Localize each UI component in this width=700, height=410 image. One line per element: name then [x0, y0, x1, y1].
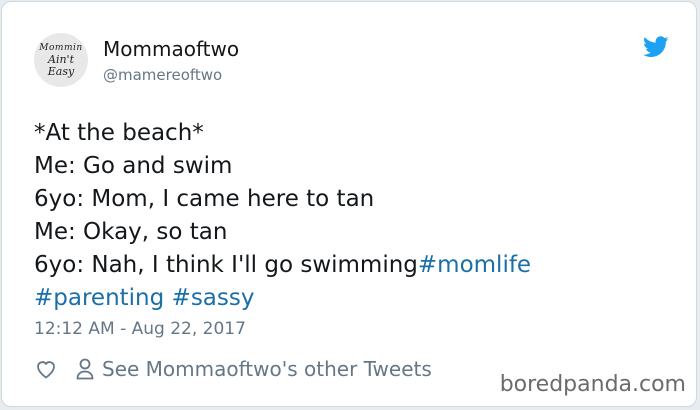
- see-other-tweets-link[interactable]: See Mommaoftwo's other Tweets: [102, 357, 432, 381]
- avatar-text-line-3: Easy: [47, 65, 75, 78]
- twitter-bird-icon[interactable]: [643, 36, 669, 58]
- heart-icon[interactable]: [34, 357, 58, 381]
- tweet-text: *At the beach* Me: Go and swim 6yo: Mom,…: [34, 117, 531, 315]
- tweet-card: Mommin Ain't Easy Mommaoftwo @mamereoftw…: [1, 1, 697, 407]
- tweet-line-text: 6yo: Nah, I think I'll go swimming: [34, 252, 418, 278]
- tweet-line-with-hashtag: 6yo: Nah, I think I'll go swimming#momli…: [34, 249, 531, 282]
- hashtag-momlife[interactable]: #momlife: [418, 252, 531, 278]
- tweet-timestamp[interactable]: 12:12 AM - Aug 22, 2017: [34, 319, 246, 339]
- tweet-line: *At the beach*: [34, 120, 204, 146]
- user-handle[interactable]: @mamereoftwo: [103, 66, 222, 84]
- person-icon: [76, 358, 94, 380]
- tweet-line: Me: Okay, so tan: [34, 219, 228, 245]
- hashtag-line: #parenting #sassy: [34, 282, 531, 315]
- display-name[interactable]: Mommaoftwo: [103, 37, 239, 61]
- tweet-actions: See Mommaoftwo's other Tweets: [34, 354, 432, 384]
- tweet-line: 6yo: Mom, I came here to tan: [34, 186, 375, 212]
- tweet-line: Me: Go and swim: [34, 153, 233, 179]
- avatar[interactable]: Mommin Ain't Easy: [34, 33, 88, 87]
- hashtag-parenting[interactable]: #parenting: [34, 285, 164, 311]
- hashtag-sassy[interactable]: #sassy: [172, 285, 255, 311]
- boredpanda-watermark: boredpanda.com: [499, 372, 686, 397]
